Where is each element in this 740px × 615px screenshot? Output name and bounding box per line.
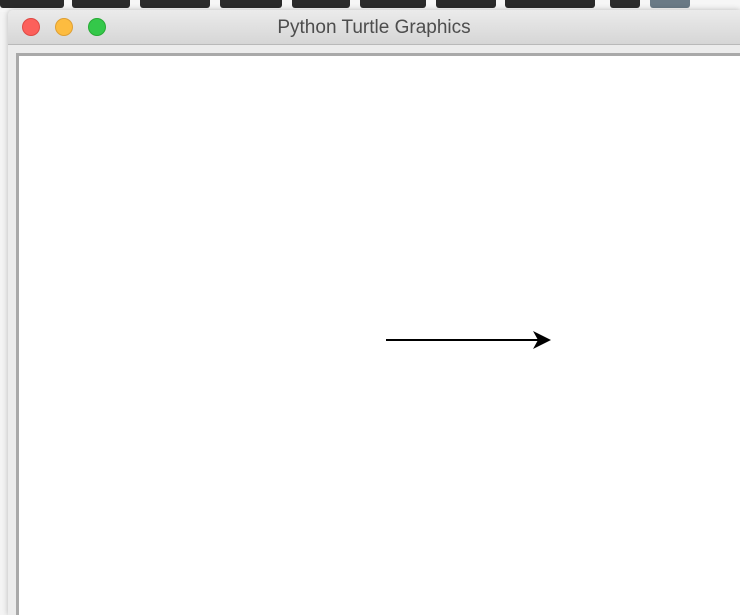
window-title: Python Turtle Graphics	[277, 17, 471, 38]
turtle-drawing	[386, 331, 551, 349]
window-titlebar[interactable]: Python Turtle Graphics	[8, 10, 740, 45]
turtle-canvas[interactable]	[16, 53, 740, 615]
turtle-window: Python Turtle Graphics	[8, 10, 740, 615]
